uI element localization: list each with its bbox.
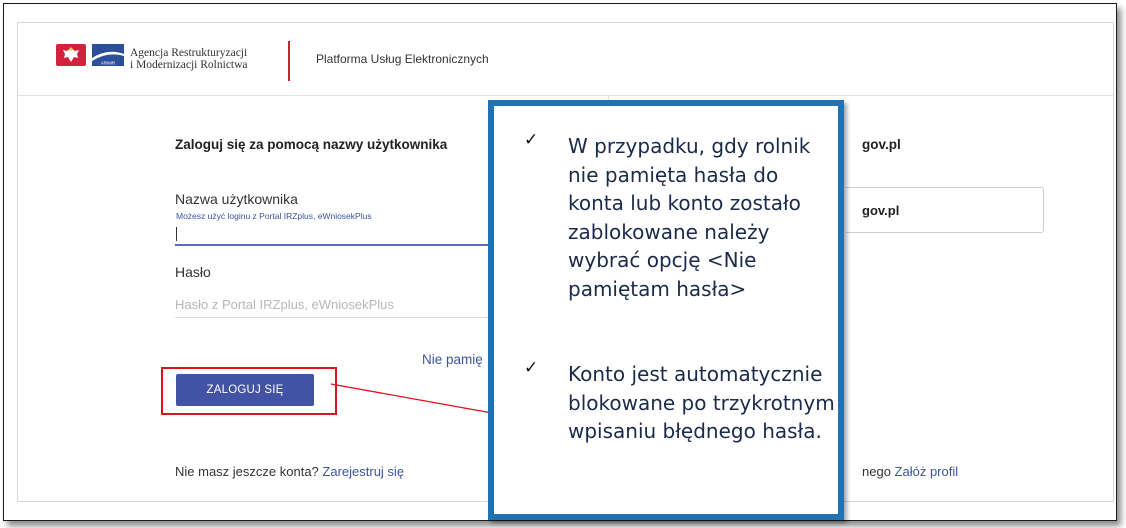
checkmark-icon: ✓	[524, 130, 539, 149]
checkmark-icon: ✓	[524, 358, 539, 377]
annotation-callout: ✓ W przypadku, gdy rolnik nie pamięta ha…	[488, 100, 844, 520]
callout-item-forgot-password: W przypadku, gdy rolnik nie pamięta hasł…	[568, 134, 811, 301]
callout-item-account-blocked: Konto jest automatycznie blokowane po tr…	[568, 362, 835, 443]
